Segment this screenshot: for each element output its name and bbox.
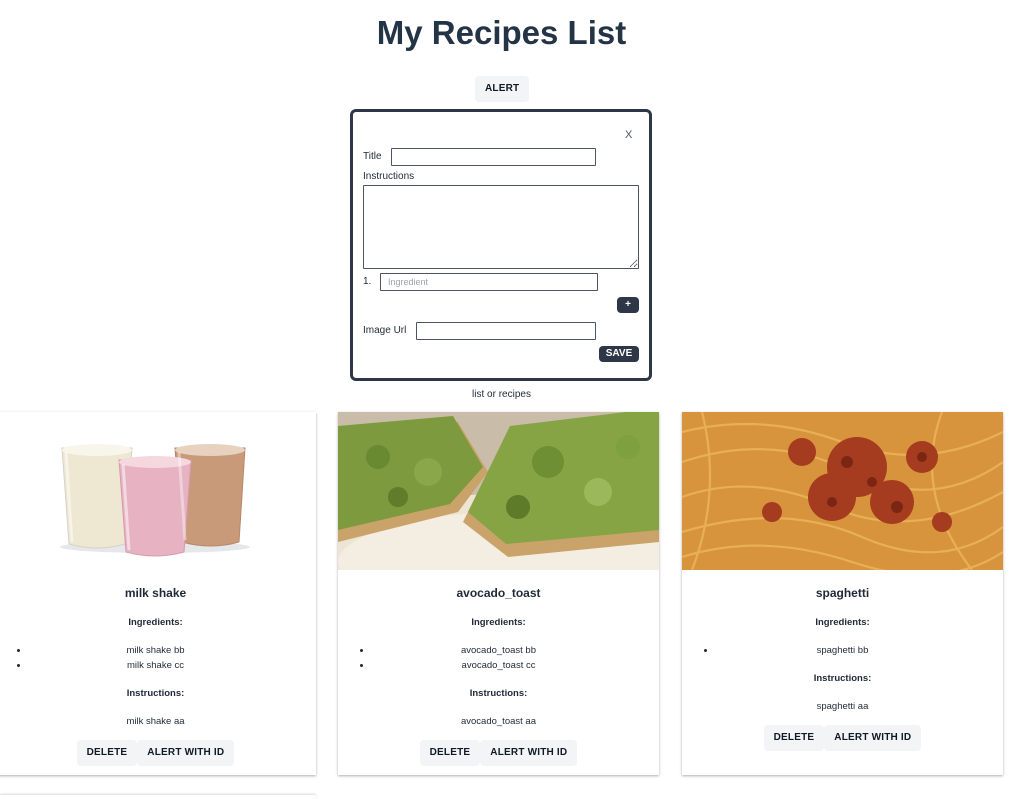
page-title: My Recipes List bbox=[376, 14, 627, 51]
delete-button[interactable]: DELETE bbox=[76, 740, 138, 766]
ingredient-number: 1. bbox=[363, 276, 372, 287]
alert-button[interactable]: ALERT bbox=[475, 76, 530, 102]
recipe-card-partial bbox=[0, 795, 316, 799]
close-button[interactable]: X bbox=[625, 129, 632, 141]
instructions-label: Instructions bbox=[363, 171, 415, 182]
ingredients-label: Ingredients: bbox=[471, 617, 526, 628]
delete-button[interactable]: DELETE bbox=[763, 725, 825, 751]
instructions-text: milk shake aa bbox=[126, 716, 185, 727]
instructions-text: avocado_toast aa bbox=[460, 716, 536, 727]
ingredient-item: avocado_toast cc bbox=[372, 658, 659, 673]
ingredients-label: Ingredients: bbox=[815, 617, 870, 628]
save-button[interactable]: SAVE bbox=[599, 346, 639, 362]
instructions-label: Instructions: bbox=[813, 673, 872, 684]
delete-button[interactable]: DELETE bbox=[419, 740, 481, 766]
alert-with-id-button[interactable]: ALERT WITH ID bbox=[137, 740, 235, 766]
ingredients-list: milk shake bb milk shake cc bbox=[0, 643, 316, 673]
recipe-card: avocado_toast Ingredients: avocado_toast… bbox=[338, 412, 659, 775]
ingredient-item: avocado_toast bb bbox=[372, 643, 659, 658]
list-caption: list or recipes bbox=[472, 389, 531, 400]
avocado-toast-photo bbox=[338, 412, 659, 570]
ingredient-input[interactable] bbox=[380, 273, 598, 291]
recipe-title: spaghetti bbox=[815, 586, 870, 600]
ingredient-item: spaghetti bb bbox=[716, 643, 1003, 658]
ingredients-list: avocado_toast bb avocado_toast cc bbox=[338, 643, 659, 673]
recipe-card: spaghetti Ingredients: spaghetti bb Inst… bbox=[682, 412, 1003, 775]
alert-with-id-button[interactable]: ALERT WITH ID bbox=[824, 725, 922, 751]
title-label: Title bbox=[363, 151, 382, 162]
recipe-title: avocado_toast bbox=[456, 586, 541, 600]
ingredients-list: spaghetti bb bbox=[682, 643, 1003, 658]
instructions-label: Instructions: bbox=[126, 688, 185, 699]
instructions-textarea[interactable] bbox=[363, 185, 639, 269]
image-url-input[interactable] bbox=[416, 322, 596, 340]
title-input[interactable] bbox=[391, 148, 596, 166]
recipe-card: milk shake Ingredients: milk shake bb mi… bbox=[0, 412, 316, 775]
alert-with-id-button[interactable]: ALERT WITH ID bbox=[480, 740, 578, 766]
milkshake-photo bbox=[0, 412, 316, 570]
instructions-text: spaghetti aa bbox=[816, 701, 869, 712]
add-ingredient-button[interactable]: + bbox=[617, 297, 639, 313]
ingredient-item: milk shake bb bbox=[29, 643, 316, 658]
image-url-label: Image Url bbox=[363, 325, 407, 336]
ingredient-item: milk shake cc bbox=[29, 658, 316, 673]
instructions-label: Instructions: bbox=[469, 688, 528, 699]
ingredients-label: Ingredients: bbox=[128, 617, 183, 628]
recipe-title: milk shake bbox=[124, 586, 187, 600]
recipe-form: X Title Instructions 1. + Image Url SAVE bbox=[350, 109, 652, 381]
spaghetti-photo bbox=[682, 412, 1003, 570]
